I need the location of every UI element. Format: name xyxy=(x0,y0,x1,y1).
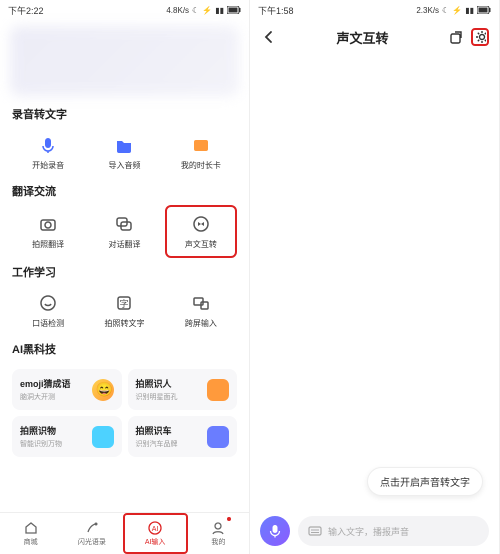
nav-ai-input[interactable]: AI AI输入 xyxy=(123,513,188,554)
svg-text:字: 字 xyxy=(120,298,129,309)
hint-bubble: 点击开启声音转文字 xyxy=(367,467,483,496)
battery-icon xyxy=(477,6,491,14)
new-window-button[interactable] xyxy=(447,28,465,46)
nav-mine[interactable]: 我的 xyxy=(188,513,249,554)
page-title: 声文互转 xyxy=(284,28,441,47)
tile-dialogue-translate[interactable]: 对话翻译 xyxy=(88,205,160,258)
right-phone: 下午1:58 2.3K/s ☾ ⚡ ▮▮ 声文互转 点击开启声音转文字 输入文 xyxy=(250,0,500,554)
card-id-car[interactable]: 拍照识车识别汽车品牌 xyxy=(128,416,238,457)
flash-icon xyxy=(84,520,100,536)
car-icon xyxy=(207,426,229,448)
status-bar: 下午1:58 2.3K/s ☾ ⚡ ▮▮ xyxy=(250,0,499,20)
text-input[interactable]: 输入文字，播报声音 xyxy=(298,516,489,546)
object-icon xyxy=(92,426,114,448)
status-time: 下午1:58 xyxy=(258,4,294,17)
dialogue-icon xyxy=(113,213,135,235)
screens-icon xyxy=(190,292,212,314)
gear-icon xyxy=(474,29,486,45)
card-icon xyxy=(190,134,212,156)
tile-speaking-test[interactable]: 口语检测 xyxy=(12,286,84,335)
section-recording: 录音转文字 开始录音 导入音频 我的时长卡 xyxy=(0,102,249,179)
folder-icon xyxy=(113,134,135,156)
topbar: 声文互转 xyxy=(250,20,499,54)
nav-mall[interactable]: 商城 xyxy=(0,513,61,554)
section-title: 工作学习 xyxy=(12,264,237,280)
card-emoji-idiom[interactable]: emoji猜成语脑洞大开测 😄 xyxy=(12,369,122,410)
moon-icon: ☾ xyxy=(192,6,199,15)
promo-banner[interactable] xyxy=(10,26,239,96)
signal-icon: ▮▮ xyxy=(215,6,224,15)
tile-photo-translate[interactable]: 拍照翻译 xyxy=(12,205,84,258)
user-icon xyxy=(210,520,226,536)
mic-icon xyxy=(37,134,59,156)
status-bar: 下午2:22 4.8K/s ☾ ⚡ ▮▮ xyxy=(0,0,249,20)
tile-voice-text-convert[interactable]: 声文互转 xyxy=(165,205,237,258)
settings-button[interactable] xyxy=(471,28,489,46)
tile-duration-card[interactable]: 我的时长卡 xyxy=(165,128,237,177)
battery-icon xyxy=(227,6,241,14)
input-placeholder: 输入文字，播报声音 xyxy=(328,525,409,538)
bluetooth-icon: ⚡ xyxy=(202,6,212,15)
bottom-nav: 商城 闪光语录 AI AI输入 我的 xyxy=(0,512,249,554)
chevron-left-icon xyxy=(262,30,276,44)
keyboard-icon xyxy=(308,524,322,538)
status-time: 下午2:22 xyxy=(8,4,44,17)
bluetooth-icon: ⚡ xyxy=(452,6,462,15)
input-bar: 输入文字，播报声音 xyxy=(250,508,499,554)
moon-icon: ☾ xyxy=(442,6,449,15)
ai-icon: AI xyxy=(147,520,163,536)
ai-card-grid: emoji猜成语脑洞大开测 😄 拍照识人识别明星面孔 拍照识物智能识别万物 拍照… xyxy=(12,369,237,457)
speaking-icon xyxy=(37,292,59,314)
section-title: 录音转文字 xyxy=(12,106,237,122)
left-phone: 下午2:22 4.8K/s ☾ ⚡ ▮▮ 录音转文字 开始录音 导入音频 我的时… xyxy=(0,0,250,554)
section-title: AI黑科技 xyxy=(12,341,237,357)
tile-cross-screen[interactable]: 跨屏输入 xyxy=(165,286,237,335)
back-button[interactable] xyxy=(260,28,278,46)
status-speed: 4.8K/s xyxy=(166,6,189,15)
tile-start-record[interactable]: 开始录音 xyxy=(12,128,84,177)
section-title: 翻译交流 xyxy=(12,183,237,199)
card-id-person[interactable]: 拍照识人识别明星面孔 xyxy=(128,369,238,410)
section-work: 工作学习 口语检测 字 拍照转文字 跨屏输入 xyxy=(0,260,249,337)
tile-import-audio[interactable]: 导入音频 xyxy=(88,128,160,177)
camera-translate-icon xyxy=(37,213,59,235)
mic-icon xyxy=(267,523,283,539)
nav-flash[interactable]: 闪光语录 xyxy=(61,513,122,554)
card-id-object[interactable]: 拍照识物智能识别万物 xyxy=(12,416,122,457)
new-window-icon xyxy=(448,29,464,45)
section-translate: 翻译交流 拍照翻译 对话翻译 声文互转 xyxy=(0,179,249,260)
status-speed: 2.3K/s xyxy=(416,6,439,15)
ocr-icon: 字 xyxy=(113,292,135,314)
mall-icon xyxy=(23,520,39,536)
content-area: 点击开启声音转文字 xyxy=(250,54,499,508)
signal-icon: ▮▮ xyxy=(465,6,474,15)
person-icon xyxy=(207,379,229,401)
section-ai: AI黑科技 xyxy=(0,337,249,365)
mic-button[interactable] xyxy=(260,516,290,546)
emoji-icon: 😄 xyxy=(92,379,114,401)
notification-dot xyxy=(227,517,231,521)
tile-photo-to-text[interactable]: 字 拍照转文字 xyxy=(88,286,160,335)
voice-convert-icon xyxy=(190,213,212,235)
svg-text:AI: AI xyxy=(152,526,159,533)
